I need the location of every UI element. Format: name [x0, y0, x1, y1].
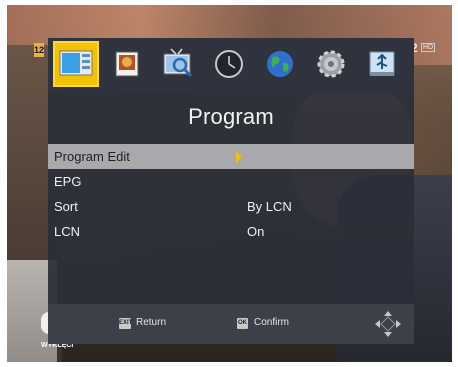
time-icon[interactable]	[206, 41, 252, 87]
menu-item-label: EPG	[54, 174, 82, 189]
menu-item-value: On	[247, 224, 265, 239]
navigation-arrows-icon	[374, 310, 402, 338]
usb-icon[interactable]	[359, 41, 405, 87]
menu-item-lcn[interactable]: LCN On	[48, 219, 414, 244]
menu-item-label: Sort	[54, 199, 78, 214]
return-hint: Return	[136, 317, 167, 328]
menu-footer: EXIT Return OK Confirm	[48, 304, 414, 344]
channel-search-icon[interactable]	[155, 41, 201, 87]
menu-item-label: Program Edit	[54, 149, 130, 164]
ok-key-icon: OK	[237, 318, 248, 329]
language-icon[interactable]	[257, 41, 303, 87]
hd-badge: HD	[421, 43, 436, 52]
picture-icon[interactable]	[104, 41, 150, 87]
system-settings-icon[interactable]	[308, 41, 354, 87]
channel-number-left: 12	[34, 43, 45, 57]
confirm-hint: Confirm	[254, 317, 290, 328]
menu-item-label: LCN	[54, 224, 81, 239]
menu-item-epg[interactable]: EPG	[48, 169, 414, 194]
menu-list: Program Edit EPG Sort By LCN LCN On	[48, 144, 414, 244]
program-icon[interactable]	[53, 41, 99, 87]
menu-title: Program	[188, 104, 274, 129]
menu-item-sort[interactable]: Sort By LCN	[48, 194, 414, 219]
submenu-arrow-icon	[236, 151, 242, 163]
menu-item-program-edit[interactable]: Program Edit	[48, 144, 414, 169]
menu-icon-bar	[48, 38, 414, 94]
menu-item-value: By LCN	[247, 199, 292, 214]
exit-key-icon: EXIT	[119, 318, 132, 329]
program-menu-panel: Program Program Edit EPG Sort By LCN LCN…	[48, 38, 414, 344]
